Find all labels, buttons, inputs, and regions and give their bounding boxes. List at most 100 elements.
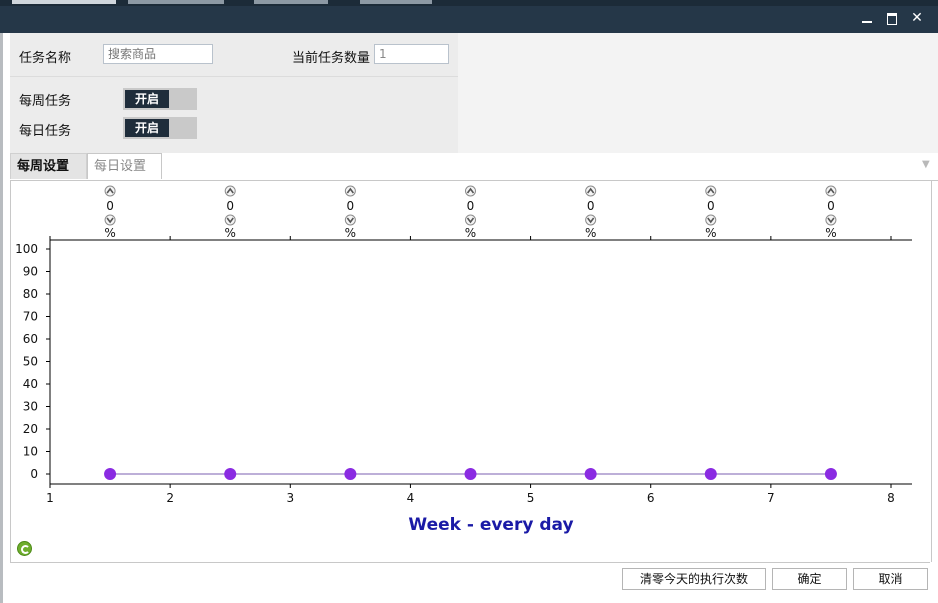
data-point: [584, 468, 597, 480]
y-tick-label: 80: [23, 287, 38, 301]
x-tick-label: 5: [527, 491, 535, 505]
close-icon: ✕: [911, 10, 923, 26]
close-button[interactable]: ✕: [906, 9, 928, 27]
point-unit-label: %: [225, 226, 236, 240]
increase-value-icon[interactable]: [224, 185, 236, 197]
task-name-label: 任务名称: [19, 51, 72, 66]
increase-icon-circle: [224, 185, 236, 197]
decrease-value-icon[interactable]: [344, 214, 356, 226]
data-point: [344, 468, 357, 480]
tab-weekly-settings[interactable]: 每周设置: [10, 153, 87, 179]
point-unit-label: %: [825, 226, 836, 240]
point-value-label: 0: [587, 199, 595, 213]
dialog-footer: 清零今天的执行次数 确定 取消: [10, 562, 930, 601]
decrease-value-icon[interactable]: [705, 214, 717, 226]
y-tick-label: 100: [15, 242, 38, 256]
weekly-task-label: 每周任务: [19, 94, 72, 109]
point-unit-label: %: [705, 226, 716, 240]
data-point: [104, 468, 117, 480]
decrease-icon-circle: [104, 214, 116, 226]
decrease-value-icon[interactable]: [825, 214, 837, 226]
data-point: [464, 468, 477, 480]
reset-today-count-button[interactable]: 清零今天的执行次数: [622, 568, 766, 590]
point-unit-label: %: [465, 226, 476, 240]
decrease-value-icon[interactable]: [104, 214, 116, 226]
decrease-icon-circle: [585, 214, 597, 226]
form-blank-area: [458, 33, 938, 153]
weekly-toggle-knob: 开启: [125, 90, 169, 108]
increase-value-icon[interactable]: [585, 185, 597, 197]
window-left-edge: [0, 33, 3, 603]
refresh-icon[interactable]: [17, 541, 32, 556]
point-value-label: 0: [106, 199, 114, 213]
maximize-icon: [887, 13, 897, 25]
tab-daily-settings[interactable]: 每日设置: [87, 153, 162, 179]
y-tick-label: 40: [23, 377, 38, 391]
minimize-button[interactable]: [856, 9, 878, 27]
x-tick-label: 8: [887, 491, 895, 505]
y-tick-label: 30: [23, 400, 38, 414]
decrease-icon-circle: [465, 214, 476, 226]
weekly-task-toggle[interactable]: 开启: [123, 88, 197, 110]
decrease-icon-circle: [825, 214, 837, 226]
increase-value-icon[interactable]: [705, 185, 717, 197]
increase-icon-circle: [585, 185, 597, 197]
form-divider: [10, 76, 458, 77]
y-tick-label: 20: [23, 422, 38, 436]
current-count-input[interactable]: [374, 44, 449, 64]
increase-value-icon[interactable]: [465, 185, 476, 197]
x-tick-label: 7: [767, 491, 775, 505]
increase-value-icon[interactable]: [825, 185, 837, 197]
titlebar-fragment: [360, 0, 432, 4]
point-value-label: 0: [347, 199, 355, 213]
current-count-label: 当前任务数量: [292, 51, 371, 66]
y-tick-label: 90: [23, 265, 38, 279]
settings-tabbar: 每周设置 每日设置 ▼: [10, 153, 938, 181]
titlebar-fragment: [128, 0, 224, 4]
decrease-value-icon[interactable]: [465, 214, 476, 226]
point-unit-label: %: [104, 226, 115, 240]
point-value-label: 0: [226, 199, 234, 213]
point-unit-label: %: [345, 226, 356, 240]
increase-icon-circle: [344, 185, 356, 197]
y-tick-label: 0: [30, 467, 38, 481]
y-tick-label: 70: [23, 310, 38, 324]
increase-icon-circle: [104, 185, 116, 197]
x-tick-label: 1: [46, 491, 54, 505]
y-tick-label: 60: [23, 332, 38, 346]
weekly-chart-panel: 0 10 20 30 40 50 60 70 80 90 100 1 2 3 4 5 6 7 8 Week - eve…: [10, 181, 932, 562]
decrease-icon-circle: [705, 214, 717, 226]
x-axis-title: Week - every day: [408, 515, 573, 535]
decrease-value-icon[interactable]: [224, 214, 236, 226]
daily-toggle-knob: 开启: [125, 119, 169, 137]
task-name-input[interactable]: [103, 44, 213, 64]
decrease-value-icon[interactable]: [585, 214, 597, 226]
daily-task-label: 每日任务: [19, 124, 72, 139]
decrease-icon-circle: [344, 214, 356, 226]
point-value-label: 0: [707, 199, 715, 213]
ok-button[interactable]: 确定: [772, 568, 847, 590]
y-tick-label: 50: [23, 355, 38, 369]
increase-value-icon[interactable]: [104, 185, 116, 197]
minimize-icon: [862, 21, 872, 23]
cancel-button[interactable]: 取消: [853, 568, 928, 590]
data-point: [704, 468, 717, 480]
window-titlebar: ✕: [0, 0, 938, 33]
increase-icon-circle: [825, 185, 837, 197]
chevron-down-icon[interactable]: ▼: [922, 159, 930, 170]
increase-value-icon[interactable]: [344, 185, 356, 197]
point-unit-label: %: [585, 226, 596, 240]
x-tick-label: 4: [407, 491, 415, 505]
increase-icon-circle: [705, 185, 717, 197]
titlebar-fragment: [254, 0, 328, 4]
decrease-icon-circle: [224, 214, 236, 226]
data-point: [224, 468, 237, 480]
point-value-label: 0: [467, 199, 475, 213]
titlebar-fragment: [12, 0, 116, 4]
x-tick-label: 6: [647, 491, 655, 505]
weekly-chart: 01020304050607080901001 2 3 4 5 6 7 8Week - eve…: [15, 185, 912, 535]
y-tick-label: 10: [23, 445, 38, 459]
increase-icon-circle: [465, 185, 476, 197]
daily-task-toggle[interactable]: 开启: [123, 117, 197, 139]
maximize-button[interactable]: [881, 9, 903, 27]
